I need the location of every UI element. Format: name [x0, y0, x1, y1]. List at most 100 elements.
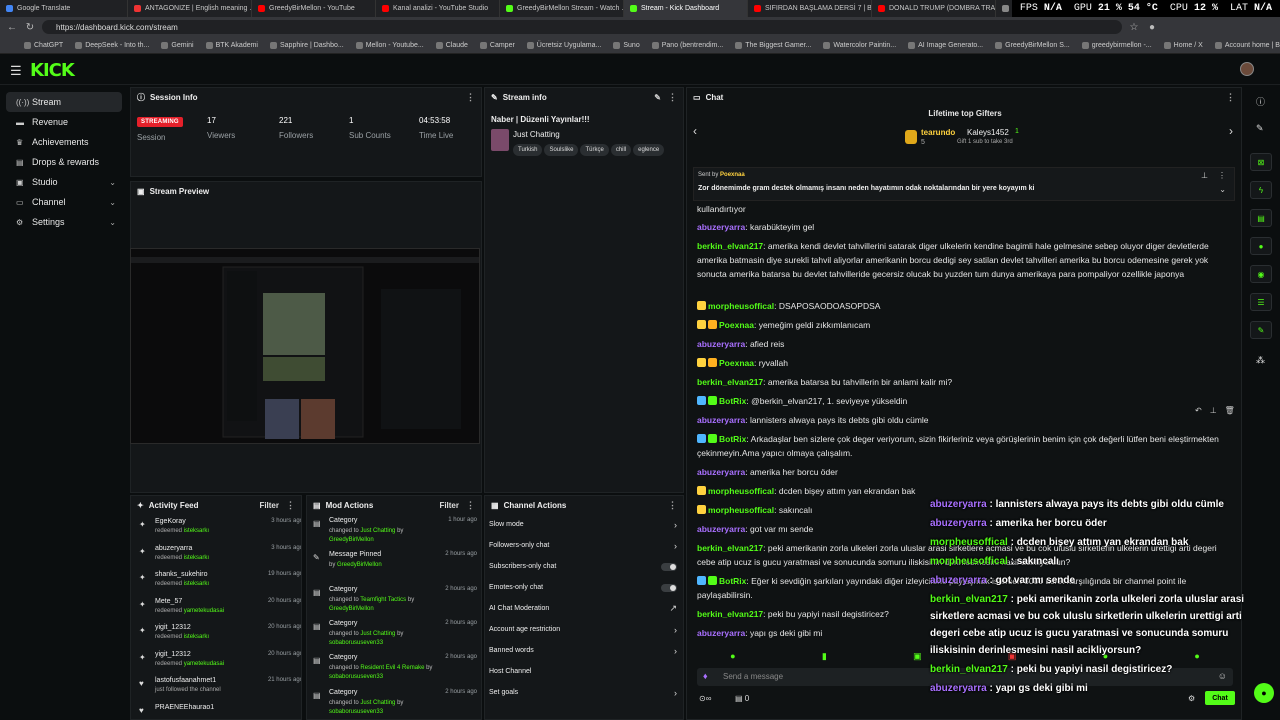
chevron-right-icon[interactable]: › [674, 520, 677, 530]
more-icon[interactable]: ⋮ [1226, 92, 1235, 103]
bookmark-item[interactable]: greedybirmellon -... [1081, 41, 1152, 49]
gifter-1-name[interactable]: tearundo [921, 128, 955, 137]
chat-bubble-icon[interactable]: ● [1250, 237, 1272, 255]
sidebar-item-stream[interactable]: ((·)) Stream [6, 92, 122, 112]
emoji-icon[interactable]: ☺ [1218, 671, 1227, 681]
chat-username[interactable]: berkin_elvan217 [697, 543, 763, 553]
bookmark-item[interactable]: BTK Akademi [205, 41, 258, 49]
reload-icon[interactable]: ↻ [24, 22, 36, 33]
chat-username[interactable]: Poexnaa [719, 320, 754, 330]
chat-username[interactable]: BotRix [719, 434, 746, 444]
chat-username[interactable]: abuzeryarra [697, 415, 745, 425]
chevron-right-icon[interactable]: › [674, 625, 677, 635]
bookmark-item[interactable]: Account home | Ba... [1214, 41, 1280, 49]
activity-row[interactable]: ✦ yigit_12312 redeemed isteksarkı 20 hours … [131, 620, 301, 646]
gifter-2-name[interactable]: Kaleys1452 [967, 128, 1009, 137]
url-input[interactable]: https://dashboard.kick.com/stream [42, 20, 1122, 34]
activity-row[interactable]: ✦ abuzeryarra redeemed isteksarkı 3 hours a… [131, 541, 301, 567]
chat-message[interactable]: abuzeryarra: amerika her borcu öder [697, 465, 1227, 479]
stream-tag[interactable]: Turkish [513, 144, 543, 156]
pin-icon[interactable]: ⊥ [1201, 171, 1208, 180]
more-icon[interactable]: ⋮ [286, 500, 295, 511]
stream-tag[interactable]: Soulslike [544, 144, 579, 156]
chat-username[interactable]: berkin_elvan217 [697, 377, 763, 387]
activity-row[interactable]: ✦ shanks_sukehiro redeemed isteksarkı 19 ho… [131, 567, 301, 593]
chat-username[interactable]: morpheusoffical [708, 301, 774, 311]
bookmark-item[interactable]: Home / X [1163, 41, 1203, 49]
activity-row[interactable]: ♥ PRAENEEhaurao1 [131, 700, 301, 720]
chevron-right-icon[interactable]: › [674, 646, 677, 656]
sidebar-item-drops[interactable]: ▤ Drops & rewards [6, 152, 122, 172]
chat-username[interactable]: BotRix [719, 396, 746, 406]
activity-row[interactable]: ✦ Mete_57 redeemed yametekudasai 20 hours a… [131, 594, 301, 620]
category-name[interactable]: Just Chatting [513, 130, 560, 139]
emote-icon[interactable]: ● [730, 651, 735, 669]
browser-tab[interactable]: GreedyBirMellon Stream - Watch ... [500, 0, 624, 17]
stream-tag[interactable]: Türkçe [580, 144, 609, 156]
mod-action-row[interactable]: ▤ Category changed to Just Chatting by Gre… [307, 514, 481, 548]
stream-tag[interactable]: eglence [633, 144, 665, 156]
pencil-icon[interactable]: ✎ [654, 93, 661, 102]
chat-username[interactable]: morpheusoffical [708, 505, 774, 515]
toggle-switch[interactable] [661, 562, 677, 571]
chat-username[interactable]: abuzeryarra [697, 222, 745, 232]
chevron-right-icon[interactable]: › [674, 541, 677, 551]
chevron-down-icon[interactable]: ⌄ [109, 178, 116, 187]
bookmark-item[interactable]: AI Image Generato... [908, 41, 983, 49]
bookmark-item[interactable]: ChatGPT [24, 41, 63, 49]
delete-icon[interactable]: 🗑 [1225, 406, 1235, 415]
layout-icon[interactable]: ⊠ [1250, 153, 1272, 171]
bookmark-item[interactable]: Suno [613, 41, 640, 49]
avatar[interactable] [1240, 62, 1254, 76]
bookmark-item[interactable]: Mellon - Youtube... [355, 41, 424, 49]
activity-row[interactable]: ✦ yigit_12312 redeemed yametekudasai 20 hou… [131, 647, 301, 673]
browser-tab[interactable]: SIFIRDAN BAŞLAMA DERSİ 7 | BİL... [748, 0, 872, 17]
browser-tab[interactable]: Google Translate [0, 0, 128, 17]
channel-action-set-goals[interactable]: Set goals › [485, 682, 683, 703]
browser-tab[interactable]: GreedyBirMellon - YouTube [252, 0, 376, 17]
edit-icon[interactable]: ✎ [1256, 123, 1264, 134]
toggle-switch[interactable] [661, 583, 677, 592]
stream-tag[interactable]: chill [610, 144, 632, 156]
bookmark-item[interactable]: Watercolor Paintin... [823, 41, 896, 49]
chat-message[interactable]: abuzeryarra: lannisters alwaya pays its … [697, 413, 1227, 427]
send-chat-button[interactable]: Chat [1205, 691, 1235, 705]
chevron-left-icon[interactable]: ‹ [693, 124, 697, 138]
chat-message[interactable]: abuzeryarra: karabükteyim gel [697, 220, 1227, 234]
browser-tab[interactable]: ANTAGONIZE | English meaning ... [128, 0, 252, 17]
emote-icon[interactable]: ▣ [913, 651, 922, 669]
bookmark-item[interactable]: Gemini [161, 41, 194, 49]
filter-button[interactable]: Filter [439, 501, 459, 510]
chat-message[interactable]: Poexnaa: yemeğim geldi zıkkımlanıcam [697, 318, 1227, 332]
mod-action-row[interactable]: ▤ Category changed to Teamfight Tactics by… [307, 583, 481, 617]
chat-username[interactable]: abuzeryarra [697, 524, 745, 534]
browser-tab[interactable]: Kanal analizi - YouTube Studio [376, 0, 500, 17]
kick-logo[interactable]: KICK [30, 60, 75, 81]
channel-action-account-age-restriction[interactable]: Account age restriction › [485, 619, 683, 640]
mod-action-row[interactable]: ▤ Category changed to Just Chatting by sob… [307, 617, 481, 651]
mod-action-row[interactable]: ▤ Category changed to Resident Evil 4 Rema… [307, 651, 481, 685]
bolt-icon[interactable]: ϟ [1250, 181, 1272, 199]
chevron-down-icon[interactable]: ⌄ [109, 218, 116, 227]
chat-username[interactable]: berkin_elvan217 [697, 609, 763, 619]
infinity-icon[interactable]: ⊙∞ [699, 694, 711, 703]
help-chat-button[interactable]: ● [1254, 683, 1274, 703]
sidebar-item-studio[interactable]: ▣ Studio ⌄ [6, 172, 122, 192]
channel-action-banned-words[interactable]: Banned words › [485, 640, 683, 661]
chevron-down-icon[interactable]: ⌄ [1219, 185, 1226, 194]
chat-username[interactable]: Poexnaa [719, 358, 754, 368]
bookmark-item[interactable]: GreedyBirMellon S... [995, 41, 1070, 49]
browser-tab[interactable]: DONALD TRUMP (DOMBRA TRAP... [872, 0, 996, 17]
channel-action-emotes-only-chat[interactable]: Emotes-only chat [485, 577, 683, 598]
more-icon[interactable]: ⋮ [1218, 171, 1226, 180]
more-icon[interactable]: ⋮ [466, 500, 475, 511]
chat-username[interactable]: berkin_elvan217 [697, 241, 763, 251]
browser-tab[interactable]: Stream - Kick Dashboard [624, 0, 748, 17]
chat-message[interactable]: BotRix: Arkadaşlar ben sizlere çok deger… [697, 432, 1227, 460]
back-icon[interactable]: ← [6, 22, 18, 33]
mod-action-row[interactable]: ▤ Category changed to Just Chatting by sob… [307, 686, 481, 720]
chat-username[interactable]: BotRix [719, 576, 746, 586]
star-icon[interactable]: ☆ [1128, 22, 1140, 33]
share-icon[interactable]: ⁂ [1256, 355, 1265, 366]
channel-action-host-channel[interactable]: Host Channel [485, 661, 683, 682]
